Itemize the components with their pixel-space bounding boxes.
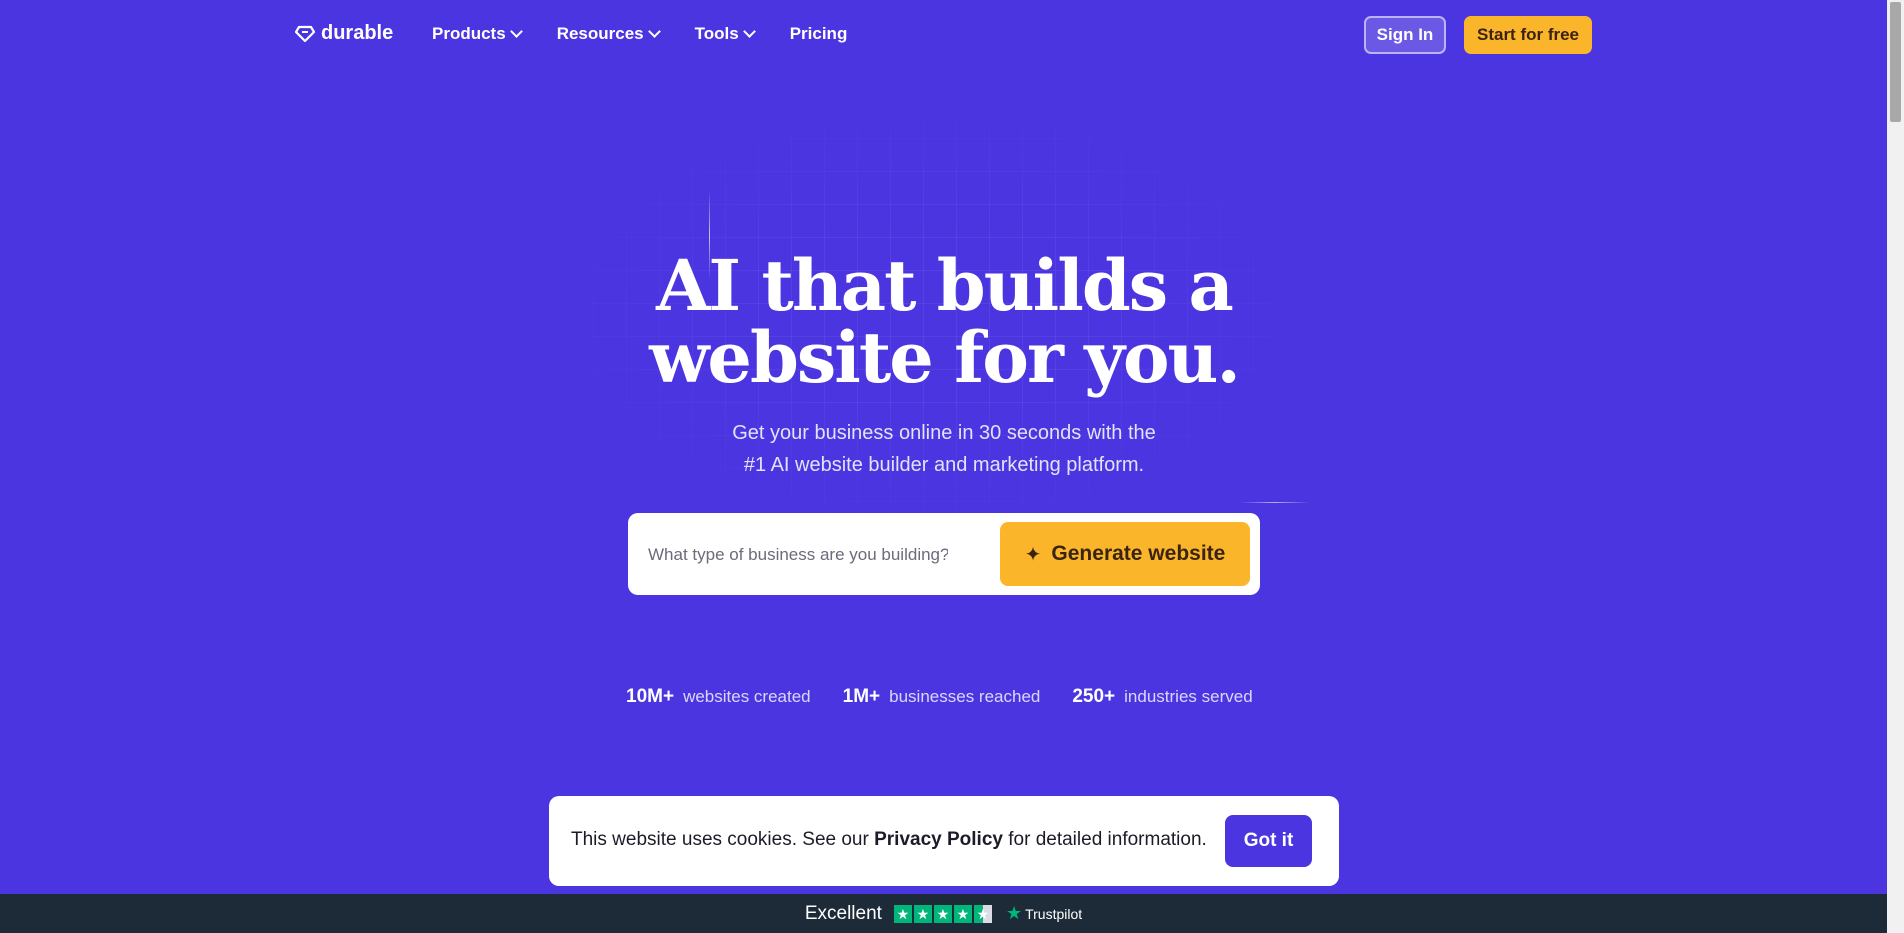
chevron-down-icon <box>509 25 523 38</box>
page-scrollbar[interactable] <box>1887 0 1904 933</box>
got-it-button[interactable]: Got it <box>1225 815 1312 867</box>
hero-subtitle: Get your business online in 30 seconds w… <box>680 417 1208 481</box>
hero-title-line: website for you. <box>649 316 1241 399</box>
stats-row: 10M+ websites created 1M+ businesses rea… <box>626 686 1253 708</box>
hero-subtitle-line: Get your business online in 30 seconds w… <box>732 422 1156 444</box>
trustpilot-bar[interactable]: Excellent ★ ★ ★ ★ ★ ★ Trustpilot <box>0 894 1887 933</box>
trust-rating-label: Excellent <box>804 902 882 924</box>
nav-tools[interactable]: Tools <box>694 24 756 44</box>
stat-label: websites created <box>683 687 811 706</box>
main-nav: Products Resources Tools Pricing <box>432 24 847 44</box>
decorative-line <box>1240 502 1310 503</box>
nav-resources-label: Resources <box>556 24 644 43</box>
nav-tools-label: Tools <box>694 24 739 43</box>
site-header: durable Products Resources Tools Pricing… <box>0 0 1887 70</box>
diamond-logo-icon <box>295 25 315 42</box>
logo[interactable]: durable <box>295 22 393 45</box>
cookie-message: This website uses cookies. See our Priva… <box>571 829 1207 851</box>
business-type-input[interactable] <box>646 533 950 577</box>
scrollbar-thumb[interactable] <box>1890 2 1901 122</box>
trustpilot-brand: Trustpilot <box>1025 905 1083 922</box>
stat-label: businesses reached <box>889 687 1041 706</box>
chevron-down-icon <box>742 25 756 38</box>
star-icon: ★ <box>953 904 972 923</box>
stat-item: 10M+ websites created <box>626 686 811 708</box>
nav-products[interactable]: Products <box>432 24 523 44</box>
start-for-free-button[interactable]: Start for free <box>1464 16 1592 54</box>
sign-in-button[interactable]: Sign In <box>1364 16 1446 54</box>
generate-website-button[interactable]: ✦ Generate website <box>1000 522 1250 586</box>
rating-stars: ★ ★ ★ ★ ★ <box>893 904 992 923</box>
stat-value: 250+ <box>1072 686 1116 707</box>
cookie-text-before: This website uses cookies. See our <box>571 829 869 850</box>
stat-item: 250+ industries served <box>1072 686 1252 708</box>
nav-products-label: Products <box>432 24 506 43</box>
business-search-form: ✦ Generate website <box>628 513 1260 595</box>
generate-website-label: Generate website <box>1051 542 1226 565</box>
hero-title: AI that builds a website for you. <box>600 250 1288 394</box>
nav-pricing[interactable]: Pricing <box>790 24 848 44</box>
star-icon: ★ <box>893 904 912 923</box>
hero-subtitle-line: #1 AI website builder and marketing plat… <box>743 454 1145 476</box>
trustpilot-star-icon: ★ <box>1005 903 1023 923</box>
chevron-down-icon <box>647 25 661 38</box>
stat-value: 10M+ <box>626 686 675 707</box>
stat-item: 1M+ businesses reached <box>843 686 1041 708</box>
half-star-icon: ★ <box>973 904 992 923</box>
stat-label: industries served <box>1124 687 1253 706</box>
star-icon: ★ <box>933 904 952 923</box>
hero-title-line: AI that builds a <box>656 244 1234 327</box>
nav-pricing-label: Pricing <box>789 24 848 43</box>
cookie-text-after: for detailed information. <box>1008 829 1207 850</box>
cookie-banner: This website uses cookies. See our Priva… <box>549 796 1339 886</box>
stat-value: 1M+ <box>842 686 881 707</box>
privacy-policy-link[interactable]: Privacy Policy <box>874 829 1003 850</box>
nav-resources[interactable]: Resources <box>556 24 661 44</box>
star-icon: ★ <box>913 904 932 923</box>
sparkle-icon: ✦ <box>1024 543 1042 566</box>
logo-text: durable <box>321 22 394 44</box>
trustpilot-logo: ★ Trustpilot <box>1006 903 1082 924</box>
